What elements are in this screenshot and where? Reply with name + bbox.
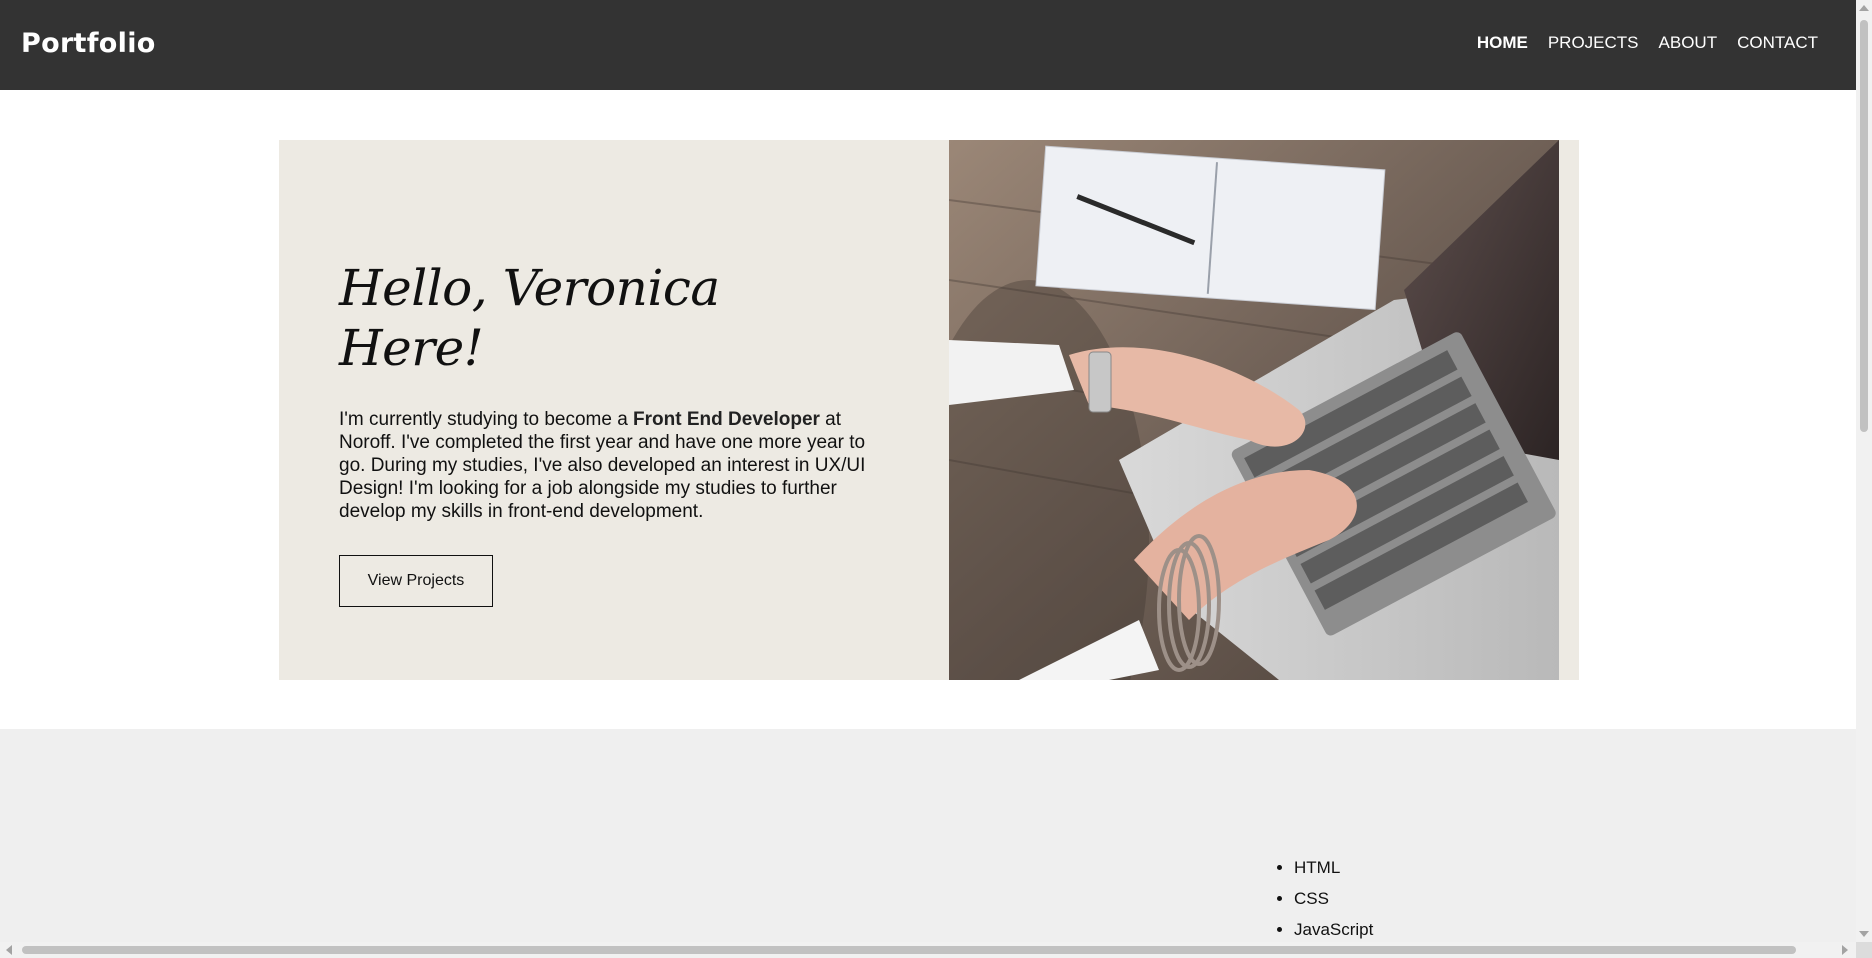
- list-item: HTML: [1294, 852, 1373, 883]
- hero-section: Hello, Veronica Here! I'm currently stud…: [279, 140, 1579, 680]
- skills-section: HTML CSS JavaScript: [0, 729, 1856, 949]
- horizontal-scroll-thumb[interactable]: [22, 946, 1796, 954]
- site-header: Portfolio HOME PROJECTS ABOUT CONTACT: [0, 0, 1856, 90]
- horizontal-scrollbar[interactable]: [0, 942, 1872, 958]
- hero-intro-highlight: Front End Developer: [633, 409, 820, 430]
- scroll-left-icon[interactable]: [6, 945, 12, 955]
- nav-contact[interactable]: CONTACT: [1737, 33, 1818, 53]
- hero-title: Hello, Veronica Here!: [339, 259, 720, 377]
- scroll-right-icon[interactable]: [1842, 945, 1848, 955]
- hero-intro-start: I'm currently studying to become a: [339, 409, 634, 430]
- hero-text: Hello, Veronica Here! I'm currently stud…: [339, 258, 879, 607]
- hero-image: [949, 140, 1559, 680]
- scrollbar-corner: [1856, 942, 1872, 958]
- nav-about[interactable]: ABOUT: [1659, 33, 1718, 53]
- list-item: CSS: [1294, 883, 1373, 914]
- vertical-scroll-thumb[interactable]: [1860, 20, 1868, 432]
- hero-intro: I'm currently studying to become a Front…: [339, 408, 879, 523]
- laptop-typing-photo-icon: [949, 140, 1559, 680]
- nav-home[interactable]: HOME: [1477, 33, 1528, 53]
- nav-projects[interactable]: PROJECTS: [1548, 33, 1639, 53]
- list-item: JavaScript: [1294, 914, 1373, 945]
- scroll-up-icon[interactable]: [1859, 5, 1869, 11]
- brand-logo[interactable]: Portfolio: [21, 28, 156, 59]
- scroll-down-icon[interactable]: [1859, 931, 1869, 937]
- skills-list: HTML CSS JavaScript: [1294, 852, 1373, 945]
- vertical-scrollbar[interactable]: [1856, 0, 1872, 942]
- main-nav: HOME PROJECTS ABOUT CONTACT: [1477, 33, 1818, 53]
- view-projects-button[interactable]: View Projects: [339, 555, 493, 607]
